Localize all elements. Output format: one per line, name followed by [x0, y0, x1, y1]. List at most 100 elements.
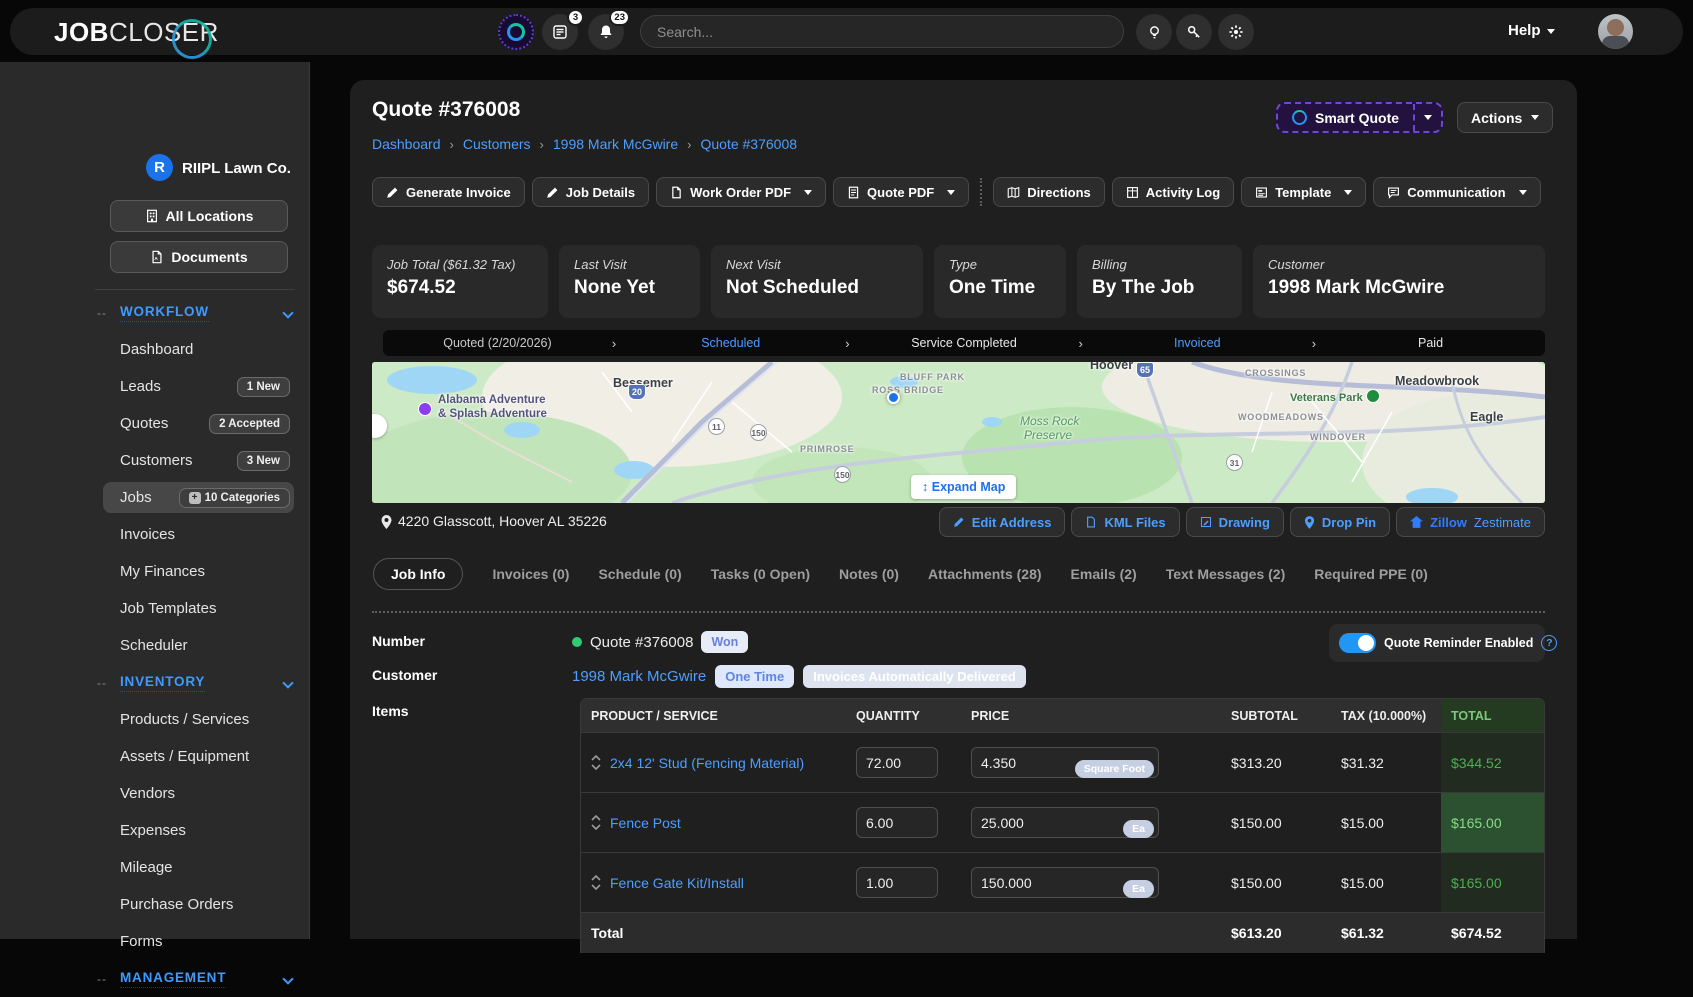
reorder-handle[interactable] [591, 755, 601, 770]
quote-pdf-button[interactable]: Quote PDF [833, 177, 969, 207]
header-quantity: QUANTITY [846, 709, 961, 723]
section-management[interactable]: -- MANAGEMENT [0, 960, 310, 997]
product-link[interactable]: 2x4 12' Stud (Fencing Material) [610, 755, 804, 771]
map-label-meadowbrook: Meadowbrook [1395, 374, 1479, 388]
stage-scheduled[interactable]: Scheduled [616, 336, 845, 350]
notifications-button[interactable]: 23 [588, 14, 624, 50]
tab-notes[interactable]: Notes (0) [839, 566, 899, 582]
all-locations-button[interactable]: All Locations [110, 200, 288, 232]
sidebar-item-leads[interactable]: Leads 1 New [0, 368, 310, 405]
directions-button[interactable]: Directions [993, 177, 1105, 207]
expand-map-button[interactable]: ↕ Expand Map [911, 475, 1016, 499]
total-value: $165.00 [1441, 793, 1545, 852]
pdf-document-icon: A [150, 250, 164, 264]
actions-label: Actions [1471, 110, 1522, 126]
stage-paid[interactable]: Paid [1316, 336, 1545, 350]
tab-schedule[interactable]: Schedule (0) [598, 566, 681, 582]
unit-badge[interactable]: Ea [1123, 880, 1154, 899]
breadcrumb-quote[interactable]: Quote #376008 [700, 136, 797, 152]
quantity-input[interactable] [856, 747, 938, 778]
job-location-marker[interactable] [887, 391, 900, 404]
breadcrumb-customers[interactable]: Customers [463, 136, 531, 152]
search-input[interactable] [640, 15, 1124, 48]
tab-invoices[interactable]: Invoices (0) [492, 566, 569, 582]
breadcrumb-dashboard[interactable]: Dashboard [372, 136, 441, 152]
breadcrumb-customer-name[interactable]: 1998 Mark McGwire [553, 136, 678, 152]
documents-button[interactable]: A Documents [110, 241, 288, 273]
sidebar-item-expenses[interactable]: Expenses [0, 812, 310, 849]
job-details-button[interactable]: Job Details [532, 177, 649, 207]
help-menu[interactable]: Help [1508, 22, 1555, 39]
items-label: Items [372, 703, 409, 719]
unit-badge[interactable]: Ea [1123, 820, 1154, 839]
toolbar-divider [980, 178, 982, 206]
communication-button[interactable]: Communication [1373, 177, 1540, 207]
sidebar-item-job-templates[interactable]: Job Templates [0, 590, 310, 627]
tab-job-info[interactable]: Job Info [373, 558, 463, 590]
stage-quoted[interactable]: Quoted (2/20/2026) [383, 336, 612, 350]
attraction-poi-icon [418, 402, 432, 416]
activity-log-button[interactable]: Activity Log [1112, 177, 1234, 207]
reorder-handle[interactable] [591, 815, 601, 830]
user-avatar[interactable] [1598, 14, 1633, 49]
app-logo[interactable]: JOBCLOSER [54, 17, 219, 48]
settings-button[interactable] [1218, 14, 1254, 50]
pencil-icon [386, 186, 399, 199]
stage-invoiced[interactable]: Invoiced [1083, 336, 1312, 350]
ai-assistant-button[interactable] [498, 14, 534, 50]
sidebar-item-jobs[interactable]: Jobs +10 Categories [0, 479, 310, 516]
smart-quote-dropdown[interactable] [1413, 104, 1441, 131]
sidebar-item-quotes[interactable]: Quotes 2 Accepted [0, 405, 310, 442]
smart-quote-button[interactable]: Smart Quote [1276, 102, 1443, 133]
tab-text-messages[interactable]: Text Messages (2) [1166, 566, 1286, 582]
quote-reminder-toggle[interactable] [1339, 633, 1376, 653]
sidebar-item-purchase-orders[interactable]: Purchase Orders [0, 886, 310, 923]
zillow-zestimate-button[interactable]: Zillow Zestimate [1396, 507, 1545, 537]
permissions-button[interactable] [1176, 14, 1212, 50]
section-workflow[interactable]: -- WORKFLOW [0, 294, 310, 331]
card-last-visit: Last Visit None Yet [559, 245, 700, 318]
location-map[interactable]: Bessemer Hoover BLUFF PARK ROSS BRIDGE C… [372, 362, 1545, 503]
quantity-input[interactable] [856, 867, 938, 898]
sidebar-item-dashboard[interactable]: Dashboard [0, 331, 310, 368]
template-icon [1255, 186, 1268, 199]
sidebar-item-invoices[interactable]: Invoices [0, 516, 310, 553]
stage-service-completed[interactable]: Service Completed [850, 336, 1079, 350]
tab-attachments[interactable]: Attachments (28) [928, 566, 1042, 582]
actions-button[interactable]: Actions [1457, 102, 1553, 133]
section-inventory[interactable]: -- INVENTORY [0, 664, 310, 701]
reorder-handle[interactable] [591, 875, 601, 890]
drawing-button[interactable]: Drawing [1186, 507, 1284, 537]
work-order-pdf-button[interactable]: Work Order PDF [656, 177, 826, 207]
sidebar-item-products-services[interactable]: Products / Services [0, 701, 310, 738]
sidebar-item-customers[interactable]: Customers 3 New [0, 442, 310, 479]
customer-link[interactable]: 1998 Mark McGwire [572, 668, 706, 685]
drop-pin-button[interactable]: Drop Pin [1290, 507, 1390, 537]
sidebar-item-mileage[interactable]: Mileage [0, 849, 310, 886]
edit-address-button[interactable]: Edit Address [939, 507, 1066, 537]
sidebar-item-assets-equipment[interactable]: Assets / Equipment [0, 738, 310, 775]
sidebar-item-scheduler[interactable]: Scheduler [0, 627, 310, 664]
product-link[interactable]: Fence Post [610, 815, 681, 831]
sidebar-item-vendors[interactable]: Vendors [0, 775, 310, 812]
sidebar-item-my-finances[interactable]: My Finances [0, 553, 310, 590]
tab-tasks[interactable]: Tasks (0 Open) [711, 566, 810, 582]
sidebar-item-forms[interactable]: Forms [0, 923, 310, 960]
template-button[interactable]: Template [1241, 177, 1366, 207]
help-question-icon[interactable]: ? [1541, 635, 1557, 651]
queue-button[interactable]: 3 [542, 14, 578, 50]
quantity-input[interactable] [856, 807, 938, 838]
help-label: Help [1508, 22, 1541, 39]
company-avatar[interactable]: R [146, 154, 173, 181]
tab-emails[interactable]: Emails (2) [1071, 566, 1137, 582]
kml-files-button[interactable]: KML Files [1071, 507, 1179, 537]
unit-badge[interactable]: Square Foot [1075, 760, 1154, 779]
tab-required-ppe[interactable]: Required PPE (0) [1314, 566, 1428, 582]
all-locations-label: All Locations [166, 208, 254, 224]
generate-invoice-button[interactable]: Generate Invoice [372, 177, 525, 207]
map-label-ross-bridge: ROSS BRIDGE [872, 385, 944, 395]
subtotal-value: $150.00 [1221, 875, 1331, 891]
product-link[interactable]: Fence Gate Kit/Install [610, 875, 744, 891]
company-name: RIIPL Lawn Co. [182, 160, 291, 177]
ideas-button[interactable] [1136, 14, 1172, 50]
